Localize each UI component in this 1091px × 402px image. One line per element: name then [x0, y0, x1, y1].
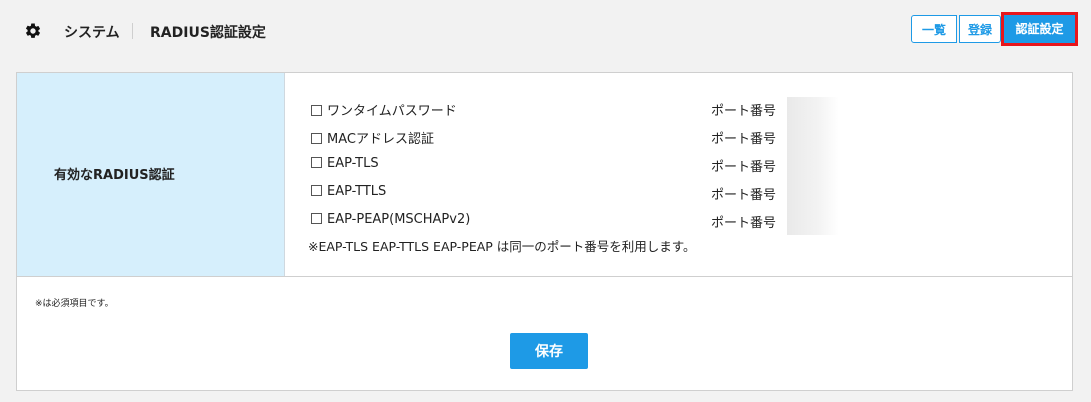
tab-list[interactable]: 一覧 — [911, 15, 957, 43]
row-divider — [17, 276, 1072, 277]
page-header: システム RADIUS認証設定 一覧 登録 認証設定 — [0, 0, 1091, 62]
required-note: ※は必須項目です。 — [35, 299, 114, 309]
port-label: ポート番号 — [711, 188, 777, 203]
checkbox-box[interactable] — [311, 105, 322, 116]
port-label: ポート番号 — [711, 104, 777, 119]
tab-register[interactable]: 登録 — [959, 15, 1001, 43]
port-label: ポート番号 — [711, 216, 777, 231]
form-row-label: 有効なRADIUS認証 — [54, 168, 175, 183]
port-label: ポート番号 — [711, 132, 777, 147]
checkbox-eap-tls[interactable]: EAP-TLS — [311, 156, 379, 171]
checkbox-label: EAP-PEAP(MSCHAPv2) — [327, 212, 471, 227]
save-button[interactable]: 保存 — [510, 333, 588, 369]
port-note: ※EAP-TLS EAP-TTLS EAP-PEAP は同一のポート番号を利用し… — [308, 239, 696, 254]
checkbox-box[interactable] — [311, 213, 322, 224]
port-label: ポート番号 — [711, 160, 777, 175]
checkbox-box[interactable] — [311, 157, 322, 168]
checkbox-one-time-password[interactable]: ワンタイムパスワード — [311, 100, 457, 119]
tab-auth-settings[interactable]: 認証設定 — [1001, 12, 1078, 46]
checkbox-box[interactable] — [311, 133, 322, 144]
breadcrumb-divider — [132, 23, 133, 39]
settings-panel: 有効なRADIUS認証 ワンタイムパスワード MACアドレス認証 EAP-TLS… — [16, 72, 1073, 391]
page-title: RADIUS認証設定 — [150, 25, 266, 41]
checkbox-box[interactable] — [311, 185, 322, 196]
checkbox-eap-peap[interactable]: EAP-PEAP(MSCHAPv2) — [311, 212, 470, 227]
checkbox-label: EAP-TTLS — [327, 184, 387, 199]
checkbox-label: EAP-TLS — [327, 156, 379, 171]
checkbox-eap-ttls[interactable]: EAP-TTLS — [311, 184, 386, 199]
checkbox-mac-address-auth[interactable]: MACアドレス認証 — [311, 128, 434, 147]
breadcrumb-system: システム — [64, 25, 120, 41]
form-row-label-cell: 有効なRADIUS認証 — [17, 73, 285, 276]
gear-icon — [25, 23, 41, 38]
redacted-port-values — [787, 97, 839, 235]
checkbox-label: ワンタイムパスワード — [327, 104, 457, 119]
checkbox-label: MACアドレス認証 — [327, 132, 434, 147]
